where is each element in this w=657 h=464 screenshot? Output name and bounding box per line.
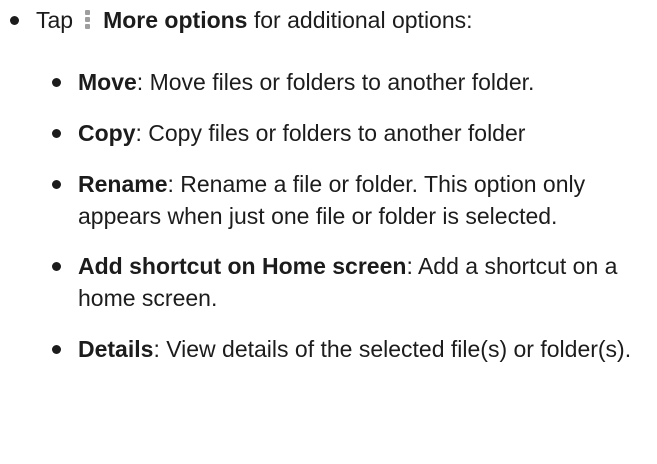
list-item-details: Details: View details of the selected fi…	[52, 333, 652, 365]
tap-text: Tap	[36, 7, 74, 33]
bullet-point	[10, 16, 19, 25]
option-term: Details	[78, 336, 154, 362]
list-item-add-shortcut: Add shortcut on Home screen: Add a short…	[52, 250, 652, 314]
option-term: Move	[78, 69, 137, 95]
more-options-icon	[85, 9, 91, 31]
option-term: Add shortcut on Home screen	[78, 253, 407, 279]
more-options-label: More options	[103, 7, 248, 33]
main-instruction: Tap More options for additional options:	[36, 4, 473, 36]
option-description: : View details of the selected file(s) o…	[153, 336, 632, 362]
option-description: : Move files or folders to another folde…	[136, 69, 535, 95]
bullet-point	[52, 345, 61, 354]
option-term: Rename	[78, 171, 168, 197]
option-term: Copy	[78, 120, 136, 146]
bullet-point	[52, 129, 61, 138]
document-page: Tap More options for additional options: …	[0, 0, 657, 464]
instruction-suffix: for additional options:	[247, 7, 473, 33]
bullet-point	[52, 180, 61, 189]
list-item-copy: Copy: Copy files or folders to another f…	[52, 117, 652, 149]
options-list: Move: Move files or folders to another f…	[52, 66, 652, 384]
option-description: : Copy files or folders to another folde…	[135, 120, 526, 146]
list-item-rename: Rename: Rename a file or folder. This op…	[52, 168, 652, 232]
bullet-point	[52, 262, 61, 271]
list-item-move: Move: Move files or folders to another f…	[52, 66, 652, 98]
bullet-point	[52, 78, 61, 87]
